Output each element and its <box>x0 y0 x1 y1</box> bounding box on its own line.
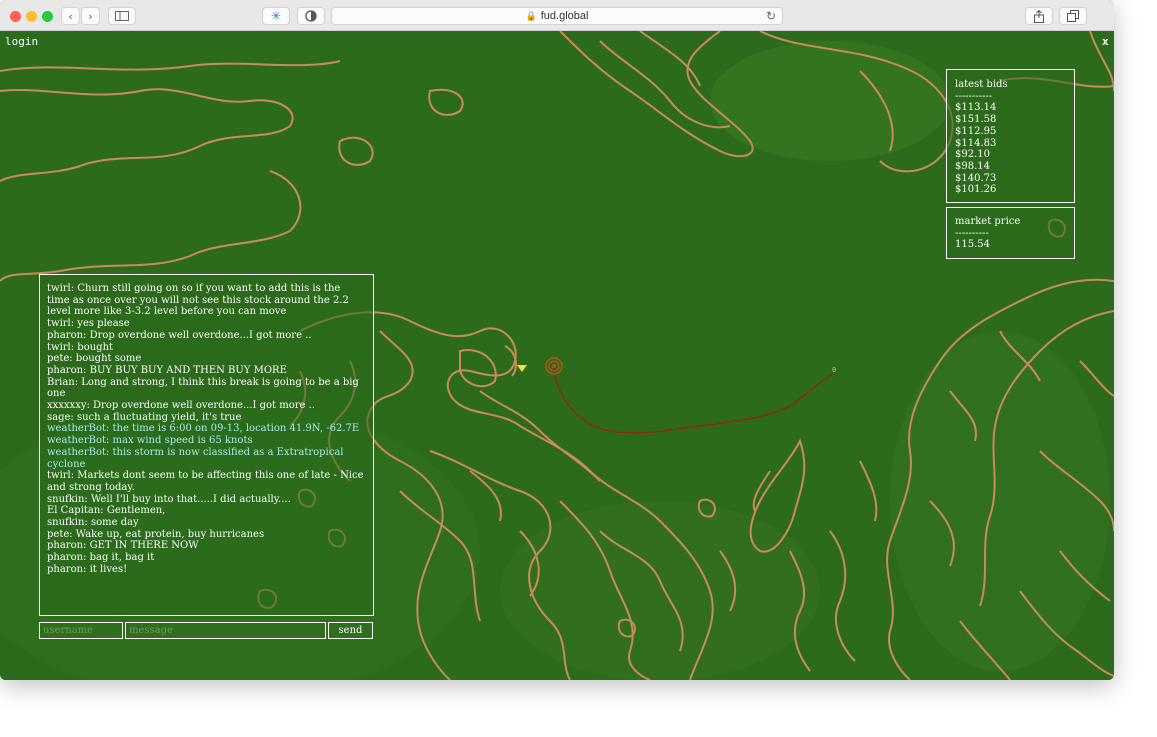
bid-item: $151.58 <box>955 114 997 126</box>
forward-button[interactable]: › <box>81 7 100 25</box>
chat-message: pharon: BUY BUY BUY AND THEN BUY MORE <box>47 364 287 376</box>
bids-divider: ----------- <box>955 90 993 102</box>
storm-eye-icon <box>545 357 563 375</box>
share-icon <box>1034 9 1044 23</box>
username-input[interactable] <box>39 622 123 639</box>
chat-message: pete: Wake up, eat protein, buy hurrican… <box>47 528 265 540</box>
login-link[interactable]: login <box>5 35 38 48</box>
market-price-panel: market price ---------- 115.54 <box>946 207 1075 259</box>
url-text: fud.global <box>540 10 589 22</box>
shield-icon <box>305 10 317 22</box>
chat-log[interactable]: twirl: Churn still going on so if you wa… <box>39 274 374 616</box>
market-price-divider: ---------- <box>955 227 989 239</box>
bid-item: $113.14 <box>955 102 997 114</box>
address-bar[interactable]: 🔒 fud.global ↻ <box>331 7 783 25</box>
chevron-left-icon: ‹ <box>68 9 73 23</box>
chat-message: twirl: yes please <box>47 318 130 330</box>
bid-item: $101.26 <box>955 184 997 196</box>
extension-button[interactable]: ✳ <box>262 7 290 25</box>
chat-message: pharon: GET IN THERE NOW <box>47 540 199 552</box>
chat-message: pharon: it lives! <box>47 563 128 575</box>
chevron-right-icon: › <box>88 9 93 23</box>
close-icon[interactable]: x <box>1102 35 1109 48</box>
chat-message: Brian: Long and strong, I think this bre… <box>47 376 359 400</box>
chat-message: snufkin: Well I'll buy into that.....I d… <box>47 493 291 505</box>
sidebar-button[interactable] <box>108 7 136 25</box>
chat-message: twirl: Markets dont seem to be affecting… <box>47 470 364 493</box>
storm-start-label: 0 <box>832 366 837 374</box>
bid-item: $140.73 <box>955 172 997 184</box>
privacy-button[interactable] <box>297 7 325 25</box>
reload-icon[interactable]: ↻ <box>766 9 776 23</box>
bid-item: $112.95 <box>955 125 997 137</box>
market-price-title: market price <box>955 216 1021 227</box>
chat-message: snufkin: some day <box>47 517 139 529</box>
chat-message: El Capitan: Gentlemen, <box>47 505 166 517</box>
sidebar-icon <box>115 11 129 21</box>
latest-bids-panel: latest bids ----------- $113.14 $151.58 $1… <box>946 69 1075 203</box>
asterisk-icon: ✳ <box>270 9 282 23</box>
browser-toolbar: ‹ › ✳ 🔒 fud.global ↻ <box>0 0 1114 31</box>
lock-icon: 🔒 <box>525 10 537 21</box>
chat-message: pharon: Drop overdone well overdone...I … <box>47 329 312 341</box>
bid-item: $114.83 <box>955 137 997 149</box>
bid-item: $98.14 <box>955 160 990 172</box>
bid-item: $92.10 <box>955 149 990 161</box>
storm-map[interactable]: 0 login x latest bids ----------- $113.1… <box>0 31 1114 680</box>
browser-window: ‹ › ✳ 🔒 fud.global ↻ 0 login x latest bi… <box>0 0 1114 680</box>
tabs-icon <box>1067 10 1079 22</box>
back-button[interactable]: ‹ <box>61 7 80 25</box>
chat-message: pharon: bag it, bag it <box>47 552 155 564</box>
minimize-window-button[interactable] <box>26 11 37 22</box>
share-button[interactable] <box>1025 7 1053 25</box>
market-price-value: 115.54 <box>955 239 990 251</box>
chat-message: twirl: Churn still going on so if you wa… <box>47 283 349 318</box>
message-input[interactable] <box>125 622 326 639</box>
send-button[interactable]: send <box>328 622 373 639</box>
chat-message: weatherBot: this storm is now classified… <box>47 446 344 470</box>
bids-title: latest bids <box>955 79 1008 90</box>
close-window-button[interactable] <box>10 11 21 22</box>
bids-list: $113.14 $151.58 $112.95 $114.83 $92.10 $98.14… <box>955 102 1066 196</box>
chat-message: weatherBot: max wind speed is 65 knots <box>47 435 253 447</box>
zoom-window-button[interactable] <box>42 11 53 22</box>
chat-message: xxxxxxy: Drop overdone well overdone...I… <box>47 400 315 412</box>
chat-message: twirl: bought <box>47 341 114 353</box>
tabs-overview-button[interactable] <box>1059 7 1087 25</box>
chat-message: pete: bought some <box>47 353 142 365</box>
chat-message: weatherBot: the time is 6:00 on 09-13, l… <box>47 423 360 435</box>
chat-message: sage: such a fluctuating yield, it's tru… <box>47 411 242 423</box>
